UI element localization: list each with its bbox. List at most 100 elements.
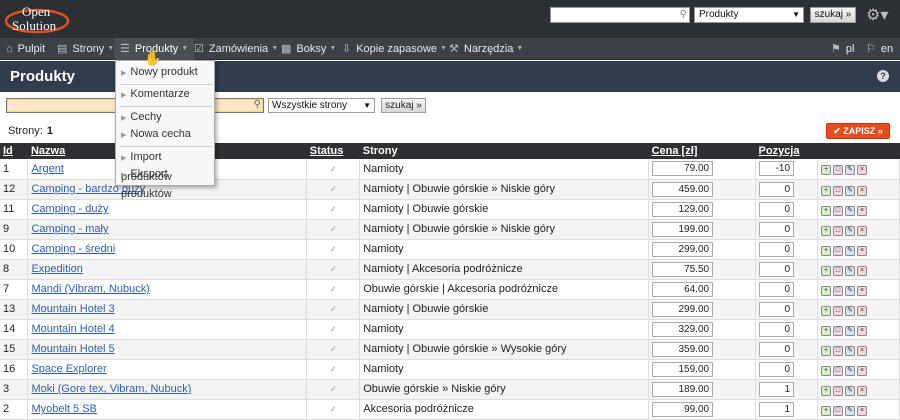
- col-header-id[interactable]: Id: [0, 143, 28, 159]
- menu-item-cechy[interactable]: ▶ Cechy: [116, 108, 214, 126]
- position-input[interactable]: 0: [759, 361, 795, 377]
- price-input[interactable]: 329.00: [652, 321, 714, 337]
- status-checkbox[interactable]: ✓: [329, 245, 337, 254]
- edit-icon[interactable]: ✎: [844, 185, 855, 196]
- nav-item-kopie-zapasowe[interactable]: ⇩ Kopie zapasowe ▼: [342, 38, 447, 60]
- global-search-input[interactable]: ⚲: [550, 7, 690, 23]
- edit-icon[interactable]: ✎: [844, 285, 855, 296]
- delete-icon[interactable]: ×: [856, 305, 867, 316]
- position-input[interactable]: 0: [759, 181, 795, 197]
- preview-icon[interactable]: □: [832, 365, 843, 376]
- product-link[interactable]: Mountain Hotel 4: [31, 323, 114, 335]
- copy-icon[interactable]: +: [820, 405, 831, 416]
- price-input[interactable]: 79.00: [652, 161, 714, 177]
- position-input[interactable]: 0: [759, 301, 795, 317]
- product-link[interactable]: Mandi (Vibram, Nubuck): [31, 283, 149, 295]
- copy-icon[interactable]: +: [820, 285, 831, 296]
- page-number[interactable]: 1: [47, 125, 53, 137]
- delete-icon[interactable]: ×: [856, 365, 867, 376]
- delete-icon[interactable]: ×: [856, 325, 867, 336]
- status-checkbox[interactable]: ✓: [329, 285, 337, 294]
- preview-icon[interactable]: □: [832, 265, 843, 276]
- menu-item-eksport-produktow[interactable]: ▶ Eksport produktów: [116, 165, 214, 200]
- product-search-button[interactable]: szukaj »: [381, 98, 426, 113]
- copy-icon[interactable]: +: [820, 265, 831, 276]
- status-checkbox[interactable]: ✓: [329, 185, 337, 194]
- price-input[interactable]: 459.00: [652, 181, 714, 197]
- price-input[interactable]: 64.00: [652, 281, 714, 297]
- preview-icon[interactable]: □: [832, 165, 843, 176]
- save-button[interactable]: ✔ ZAPISZ »: [826, 123, 890, 139]
- edit-icon[interactable]: ✎: [844, 265, 855, 276]
- preview-icon[interactable]: □: [832, 405, 843, 416]
- preview-icon[interactable]: □: [832, 185, 843, 196]
- price-input[interactable]: 299.00: [652, 301, 714, 317]
- copy-icon[interactable]: +: [820, 385, 831, 396]
- position-input[interactable]: 0: [759, 261, 795, 277]
- copy-icon[interactable]: +: [820, 185, 831, 196]
- app-logo[interactable]: Open Solution: [4, 2, 70, 36]
- nav-item-strony[interactable]: ▤ Strony ▼: [57, 38, 114, 60]
- position-input[interactable]: 1: [759, 381, 795, 397]
- nav-item-zamowienia[interactable]: ☑ Zamówienia ▼: [194, 38, 278, 60]
- preview-icon[interactable]: □: [832, 205, 843, 216]
- product-link[interactable]: Camping - duży: [31, 203, 108, 215]
- product-link[interactable]: Moki (Gore tex, Vibram, Nubuck): [31, 383, 191, 395]
- price-input[interactable]: 189.00: [652, 381, 714, 397]
- delete-icon[interactable]: ×: [856, 405, 867, 416]
- global-search-button[interactable]: szukaj »: [810, 7, 856, 23]
- product-link[interactable]: Myobelt 5 SB: [31, 403, 96, 415]
- menu-item-nowa-cecha[interactable]: ▶ Nowa cecha: [116, 125, 214, 143]
- edit-icon[interactable]: ✎: [844, 165, 855, 176]
- price-input[interactable]: 359.00: [652, 341, 714, 357]
- position-input[interactable]: -10: [759, 161, 795, 177]
- menu-item-komentarze[interactable]: ▶ Komentarze: [116, 85, 214, 103]
- status-checkbox[interactable]: ✓: [329, 305, 337, 314]
- status-checkbox[interactable]: ✓: [329, 265, 337, 274]
- edit-icon[interactable]: ✎: [844, 325, 855, 336]
- copy-icon[interactable]: +: [820, 205, 831, 216]
- preview-icon[interactable]: □: [832, 345, 843, 356]
- preview-icon[interactable]: □: [832, 305, 843, 316]
- delete-icon[interactable]: ×: [856, 185, 867, 196]
- copy-icon[interactable]: +: [820, 165, 831, 176]
- global-search-scope-select[interactable]: Produkty ▼: [694, 7, 804, 23]
- edit-icon[interactable]: ✎: [844, 365, 855, 376]
- nav-item-boksy[interactable]: ▩ Boksy ▼: [281, 38, 336, 60]
- gear-icon[interactable]: ⚙▾: [866, 5, 888, 25]
- delete-icon[interactable]: ×: [856, 265, 867, 276]
- col-header-price[interactable]: Cena [zł]: [648, 143, 756, 159]
- edit-icon[interactable]: ✎: [844, 225, 855, 236]
- price-input[interactable]: 199.00: [652, 221, 714, 237]
- status-checkbox[interactable]: ✓: [329, 225, 337, 234]
- copy-icon[interactable]: +: [820, 225, 831, 236]
- status-checkbox[interactable]: ✓: [329, 325, 337, 334]
- status-checkbox[interactable]: ✓: [329, 405, 337, 414]
- delete-icon[interactable]: ×: [856, 245, 867, 256]
- preview-icon[interactable]: □: [832, 325, 843, 336]
- price-input[interactable]: 75.50: [652, 261, 714, 277]
- edit-icon[interactable]: ✎: [844, 245, 855, 256]
- status-checkbox[interactable]: ✓: [329, 365, 337, 374]
- delete-icon[interactable]: ×: [856, 225, 867, 236]
- position-input[interactable]: 0: [759, 341, 795, 357]
- col-header-position[interactable]: Pozycja: [755, 143, 818, 159]
- position-input[interactable]: 0: [759, 221, 795, 237]
- preview-icon[interactable]: □: [832, 245, 843, 256]
- status-checkbox[interactable]: ✓: [329, 385, 337, 394]
- status-checkbox[interactable]: ✓: [329, 164, 337, 173]
- copy-icon[interactable]: +: [820, 345, 831, 356]
- position-input[interactable]: 0: [759, 321, 795, 337]
- edit-icon[interactable]: ✎: [844, 305, 855, 316]
- status-checkbox[interactable]: ✓: [329, 205, 337, 214]
- preview-icon[interactable]: □: [832, 285, 843, 296]
- price-input[interactable]: 159.00: [652, 361, 714, 377]
- copy-icon[interactable]: +: [820, 365, 831, 376]
- product-link[interactable]: Expedition: [31, 263, 82, 275]
- delete-icon[interactable]: ×: [856, 165, 867, 176]
- lang-en[interactable]: ⚐ en: [866, 38, 893, 60]
- edit-icon[interactable]: ✎: [844, 205, 855, 216]
- product-link[interactable]: Camping - mały: [31, 223, 108, 235]
- edit-icon[interactable]: ✎: [844, 405, 855, 416]
- delete-icon[interactable]: ×: [856, 345, 867, 356]
